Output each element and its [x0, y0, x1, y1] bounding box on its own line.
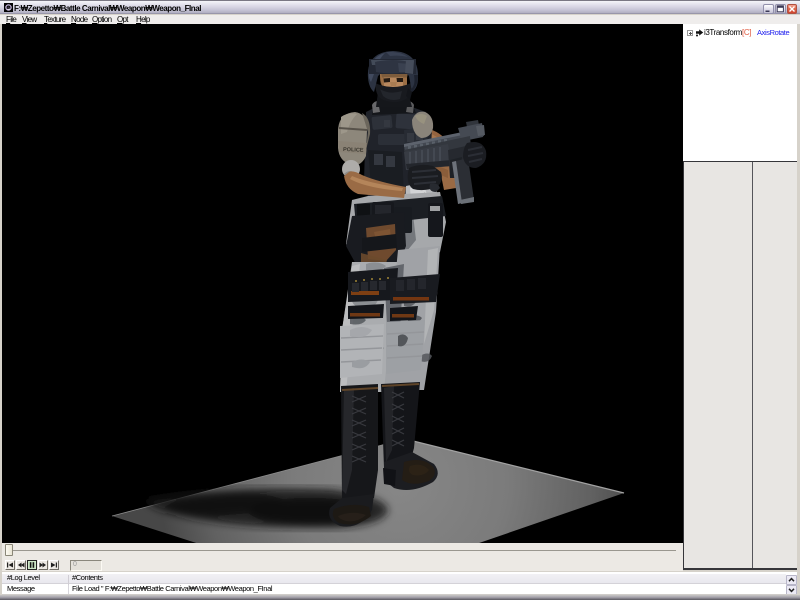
svg-text:POLICE: POLICE [343, 147, 364, 154]
